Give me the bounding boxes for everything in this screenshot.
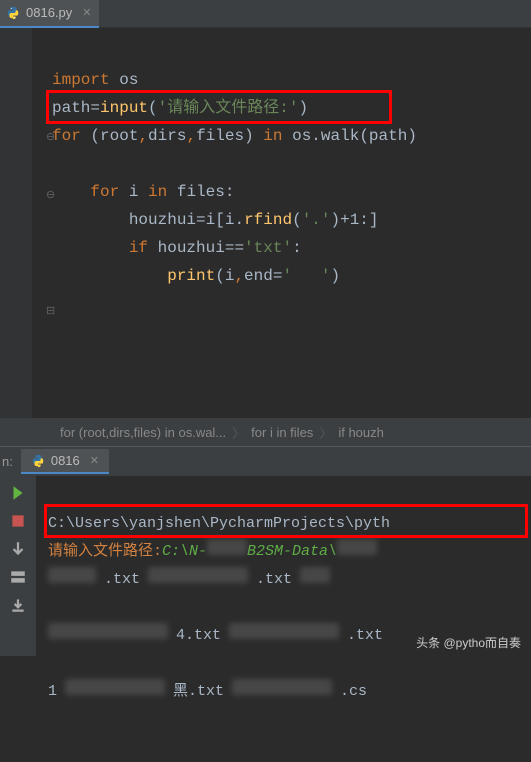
layout-icon[interactable]: [9, 568, 27, 586]
editor-tab-bar: 0816.py ✕: [0, 0, 531, 28]
console-output[interactable]: C:\Users\yanjshen\PycharmProjects\pyth 请…: [36, 476, 390, 656]
breadcrumb-item[interactable]: for (root,dirs,files) in os.wal...: [60, 425, 226, 440]
run-tab-name: 0816: [51, 453, 80, 468]
down-icon[interactable]: [9, 540, 27, 558]
breadcrumb-item[interactable]: for i in files: [251, 425, 313, 440]
run-console: C:\Users\yanjshen\PycharmProjects\pyth 请…: [0, 476, 531, 656]
close-run-tab-icon[interactable]: ✕: [90, 454, 99, 467]
editor-tab[interactable]: 0816.py ✕: [0, 0, 99, 28]
console-toolbar: [0, 476, 36, 656]
fold-marker-icon[interactable]: ⊖: [46, 188, 55, 202]
python-file-icon: [6, 6, 20, 20]
stop-icon[interactable]: [9, 512, 27, 530]
chevron-right-icon: 〉: [319, 423, 332, 442]
gutter: [0, 28, 32, 418]
run-tab[interactable]: 0816 ✕: [21, 449, 109, 474]
code-editor[interactable]: ⊖ ⊖ ⊟ import os path=input('请输入文件路径:') f…: [0, 28, 531, 418]
fold-marker-icon[interactable]: ⊖: [46, 130, 55, 144]
watermark: 头条 @pytho而自奏: [416, 634, 521, 651]
run-label: n:: [0, 454, 21, 469]
python-file-icon: [31, 454, 45, 468]
export-icon[interactable]: [9, 596, 27, 614]
code-content: import os path=input('请输入文件路径:') for (ro…: [0, 28, 531, 318]
run-tool-header: n: 0816 ✕: [0, 446, 531, 476]
rerun-icon[interactable]: [9, 484, 27, 502]
close-tab-icon[interactable]: ✕: [82, 6, 91, 19]
tab-filename: 0816.py: [26, 5, 72, 20]
fold-end-icon[interactable]: ⊟: [46, 304, 55, 318]
breadcrumb-item[interactable]: if houzh: [338, 425, 384, 440]
breadcrumb: for (root,dirs,files) in os.wal... 〉 for…: [0, 418, 531, 446]
chevron-right-icon: 〉: [232, 423, 245, 442]
